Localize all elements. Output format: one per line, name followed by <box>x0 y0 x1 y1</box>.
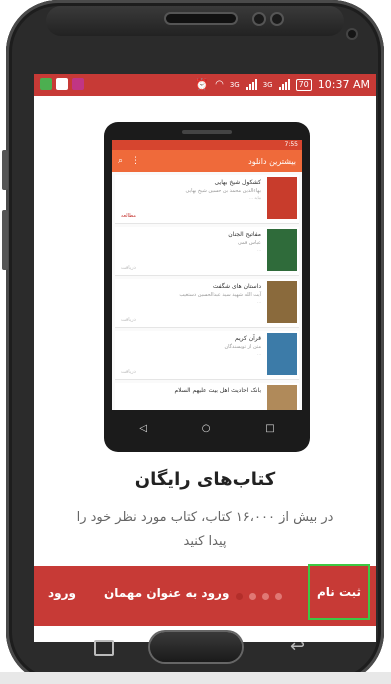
book-title: قرآن کریم <box>235 335 261 342</box>
book-meta: ... <box>257 247 261 252</box>
page-indicator <box>236 593 282 600</box>
preview-toolbar-icons: ⌕ ⋮ <box>118 156 140 166</box>
onboarding-description: در بیش از ۱۶،۰۰۰ کتاب، کتاب مورد نظر خود… <box>76 510 334 549</box>
preview-book-item: مفاتیح الجنان عباس قمی... دریافت <box>115 227 299 276</box>
page-bottom-edge <box>0 672 391 684</box>
book-title: بانک احادیث اهل بیت علیهم السلام <box>174 387 261 394</box>
proximity-sensor-icon <box>348 30 356 38</box>
preview-book-item: قرآن کریم متن از تویسندگان... دریافت <box>115 331 299 380</box>
more-vert-icon: ⋮ <box>131 156 141 166</box>
page-dot <box>236 593 243 600</box>
system-status: ⏰ ◠ 3G 3G 70 10:37 AM <box>195 78 370 91</box>
book-action: مطالعه <box>121 213 136 219</box>
book-title: داستان های شگفت <box>212 283 261 290</box>
book-cover-image <box>267 229 297 271</box>
preview-book-item: کشکول شیخ بهایی بهاءالدین محمد بن حسین شی… <box>115 175 299 224</box>
preview-toolbar: ⌕ ⋮ بیشترین دانلود <box>112 150 302 172</box>
preview-speaker <box>182 130 232 134</box>
book-cover-image <box>267 177 297 219</box>
signup-button[interactable]: ثبت نام <box>308 564 370 620</box>
home-circle-icon: ○ <box>201 422 211 434</box>
guest-login-button[interactable]: ورود به عنوان مهمان <box>104 586 229 600</box>
preview-book-item: داستان های شگفت آیت الله شهید سید عبدالحس… <box>115 279 299 328</box>
preview-status-time: 7:55 <box>284 141 298 148</box>
back-triangle-icon: ◁ <box>139 422 148 434</box>
page-dot <box>262 593 269 600</box>
earpiece-speaker <box>166 14 236 23</box>
whatsapp-icon <box>40 78 52 90</box>
status-bar: ⏰ ◠ 3G 3G 70 10:37 AM <box>34 74 376 96</box>
book-action: دریافت <box>121 265 136 271</box>
recents-square-icon: □ <box>265 422 275 434</box>
wifi-icon: ◠ <box>215 79 224 90</box>
battery-icon: 70 <box>295 78 312 91</box>
front-camera-icon <box>254 14 264 24</box>
app-preview-phone: 7:55 ⌕ ⋮ بیشترین دانلود کشکول شیخ بهایی ب… <box>104 122 310 452</box>
signal-icon <box>245 79 257 90</box>
page-dot <box>249 593 256 600</box>
notification-icons <box>40 78 84 90</box>
signup-label: ثبت نام <box>316 585 362 599</box>
login-button[interactable]: ورود <box>48 586 76 600</box>
preview-book-list: کشکول شیخ بهایی بهاءالدین محمد بن حسین شی… <box>112 175 302 410</box>
onboarding-heading: کتاب‌های رایگان <box>134 469 276 490</box>
volume-button[interactable] <box>2 150 8 190</box>
book-cover-image <box>267 281 297 323</box>
preview-book-item: بانک احادیث اهل بیت علیهم السلام <box>115 383 299 410</box>
alarm-icon: ⏰ <box>195 78 210 91</box>
preview-screen: 7:55 ⌕ ⋮ بیشترین دانلود کشکول شیخ بهایی ب… <box>112 140 302 410</box>
gmail-icon <box>56 78 68 90</box>
book-action: دریافت <box>121 317 136 323</box>
onboarding-bottom-bar: ورود ورود به عنوان مهمان ثبت نام <box>34 564 376 626</box>
book-author: آیت الله شهید سید عبدالحسین دستغیب <box>179 292 261 298</box>
preview-status-bar: 7:55 <box>112 140 302 150</box>
page-dot <box>275 593 282 600</box>
search-icon: ⌕ <box>118 156 124 166</box>
book-cover-image <box>267 385 297 410</box>
status-time: 10:37 AM <box>317 78 370 91</box>
book-meta: ... <box>257 299 261 304</box>
book-action: دریافت <box>121 369 136 375</box>
book-meta: بیاید ... <box>249 195 261 200</box>
recents-hardware-button[interactable] <box>94 640 114 656</box>
preview-nav-bar: ◁ ○ □ <box>112 414 302 442</box>
instagram-icon <box>72 78 84 90</box>
book-author: متن از تویسندگان <box>224 344 261 350</box>
sensor-icon <box>272 14 282 24</box>
network-type-2: 3G <box>262 80 273 89</box>
book-title: کشکول شیخ بهایی <box>214 179 261 186</box>
book-meta: ... <box>257 351 261 356</box>
book-cover-image <box>267 333 297 375</box>
book-title: مفاتیح الجنان <box>228 231 261 238</box>
preview-toolbar-title: بیشترین دانلود <box>248 156 296 166</box>
book-author: بهاءالدین محمد بن حسین شیخ بهایی <box>185 188 261 194</box>
home-hardware-button[interactable] <box>150 632 242 662</box>
signal-icon <box>278 79 290 90</box>
back-hardware-icon[interactable]: ↩ <box>290 636 305 657</box>
network-type-1: 3G <box>229 80 240 89</box>
power-button[interactable] <box>2 210 8 270</box>
book-author: عباس قمی <box>237 240 261 246</box>
device-screen: ⏰ ◠ 3G 3G 70 10:37 AM 7:55 ⌕ ⋮ بیشترین د… <box>34 74 376 642</box>
